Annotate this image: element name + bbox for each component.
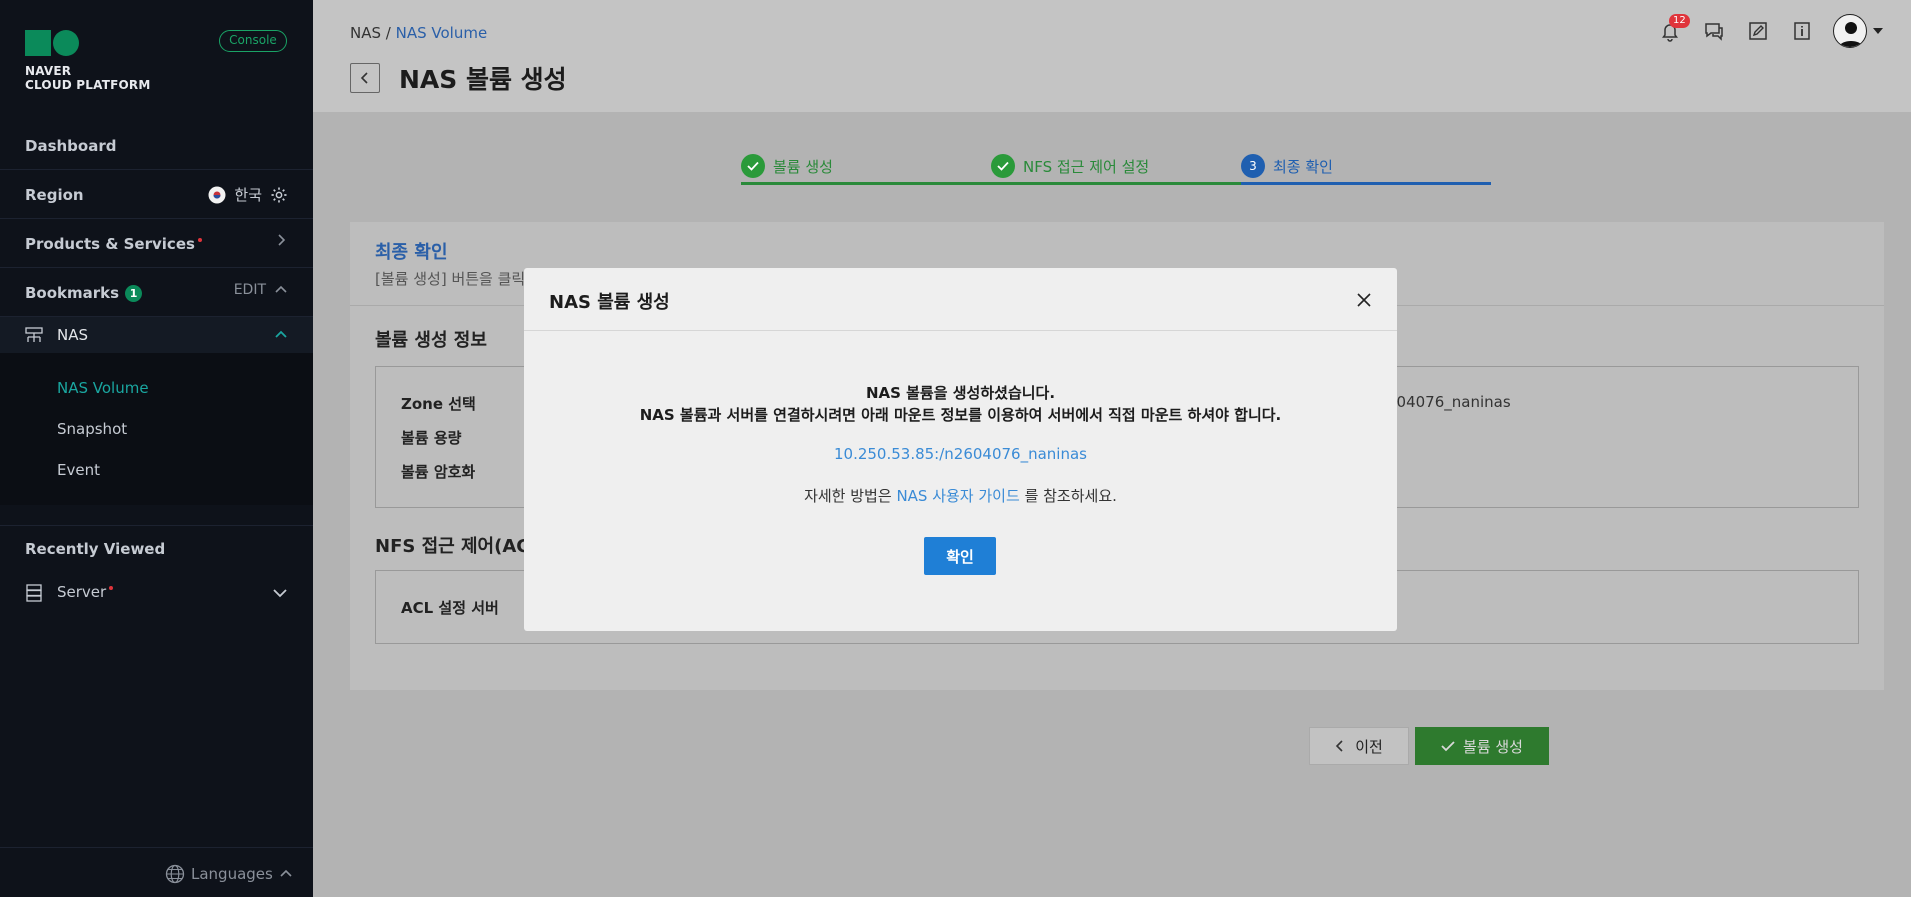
close-icon[interactable]: [1356, 292, 1372, 308]
guide-suffix: 를 참조하세요.: [1024, 487, 1117, 505]
guide-prefix: 자세한 방법은: [804, 487, 892, 505]
guide-text: 자세한 방법은 NAS 사용자 가이드 를 참조하세요.: [524, 485, 1397, 506]
dialog-message-line1: NAS 볼륨을 생성하셨습니다.: [865, 384, 1056, 402]
nas-user-guide-link[interactable]: NAS 사용자 가이드: [896, 487, 1019, 505]
ok-button[interactable]: 확인: [924, 537, 996, 575]
dialog-message-line2: NAS 볼륨과 서버를 연결하시려면 아래 마운트 정보를 이용하여 서버에서 …: [639, 406, 1282, 424]
mount-info-text: 10.250.53.85:/n2604076_naninas: [833, 445, 1087, 463]
dialog-title: NAS 볼륨 생성: [549, 292, 670, 313]
dialog-header: NAS 볼륨 생성: [524, 268, 1397, 331]
nas-created-dialog: NAS 볼륨 생성 NAS 볼륨을 생성하셨습니다. NAS 볼륨과 서버를 연…: [524, 268, 1397, 631]
